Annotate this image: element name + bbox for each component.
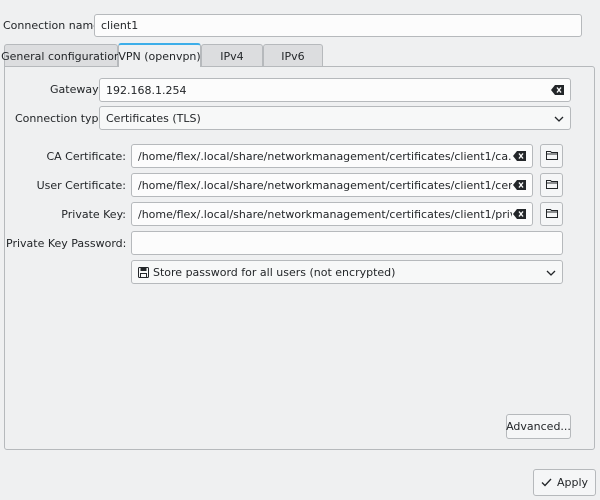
- private-key-browse-button[interactable]: [540, 202, 563, 226]
- user-certificate-input[interactable]: /home/flex/.local/share/networkmanagemen…: [131, 173, 533, 197]
- tab-label: General configuration: [1, 49, 121, 63]
- connection-name-value: client1: [101, 19, 139, 32]
- connection-name-label: Connection name:: [3, 19, 104, 32]
- advanced-button-label: Advanced...: [506, 420, 571, 433]
- chevron-down-icon: [546, 266, 556, 279]
- private-key-label: Private Key:: [61, 208, 126, 221]
- floppy-disk-icon: [138, 266, 149, 278]
- clear-icon[interactable]: [512, 179, 526, 191]
- password-storage-select[interactable]: Store password for all users (not encryp…: [131, 260, 563, 284]
- tab-general-configuration[interactable]: General configuration: [1, 44, 121, 67]
- gateway-label: Gateway:: [50, 83, 102, 96]
- gateway-value: 192.168.1.254: [106, 83, 187, 97]
- checkmark-icon: [541, 478, 552, 487]
- connection-type-select[interactable]: Certificates (TLS): [99, 106, 571, 130]
- connection-type-value: Certificates (TLS): [106, 111, 201, 125]
- tab-label: IPv6: [281, 49, 305, 63]
- user-certificate-label: User Certificate:: [36, 179, 126, 192]
- apply-button[interactable]: Apply: [533, 469, 596, 496]
- folder-open-icon: [545, 208, 558, 221]
- clear-icon[interactable]: [512, 208, 526, 220]
- chevron-down-icon: [554, 112, 564, 125]
- password-storage-value: Store password for all users (not encryp…: [153, 265, 396, 279]
- ca-certificate-browse-button[interactable]: [540, 144, 563, 168]
- user-certificate-browse-button[interactable]: [540, 173, 563, 197]
- ca-certificate-label: CA Certificate:: [46, 150, 126, 163]
- gateway-input[interactable]: 192.168.1.254: [99, 78, 571, 102]
- tab-label: VPN (openvpn): [118, 49, 201, 63]
- tab-ipv6[interactable]: IPv6: [263, 44, 323, 67]
- private-key-password-label: Private Key Password:: [6, 237, 127, 250]
- apply-button-label: Apply: [556, 476, 589, 489]
- clear-icon[interactable]: [512, 150, 526, 162]
- folder-open-icon: [545, 150, 558, 163]
- connection-name-input[interactable]: client1: [94, 14, 582, 37]
- private-key-input[interactable]: /home/flex/.local/share/networkmanagemen…: [131, 202, 533, 226]
- ca-certificate-value: /home/flex/.local/share/networkmanagemen…: [138, 149, 512, 163]
- advanced-button[interactable]: Advanced...: [506, 414, 571, 439]
- ca-certificate-input[interactable]: /home/flex/.local/share/networkmanagemen…: [131, 144, 533, 168]
- connection-type-label: Connection type:: [15, 112, 110, 125]
- tab-label: IPv4: [220, 49, 244, 63]
- tab-vpn-openvpn[interactable]: VPN (openvpn): [118, 43, 201, 67]
- private-key-value: /home/flex/.local/share/networkmanagemen…: [138, 207, 512, 221]
- private-key-password-input[interactable]: [131, 231, 563, 255]
- clear-icon[interactable]: [550, 84, 564, 96]
- tab-ipv4[interactable]: IPv4: [201, 44, 263, 67]
- folder-open-icon: [545, 179, 558, 192]
- user-certificate-value: /home/flex/.local/share/networkmanagemen…: [138, 178, 512, 192]
